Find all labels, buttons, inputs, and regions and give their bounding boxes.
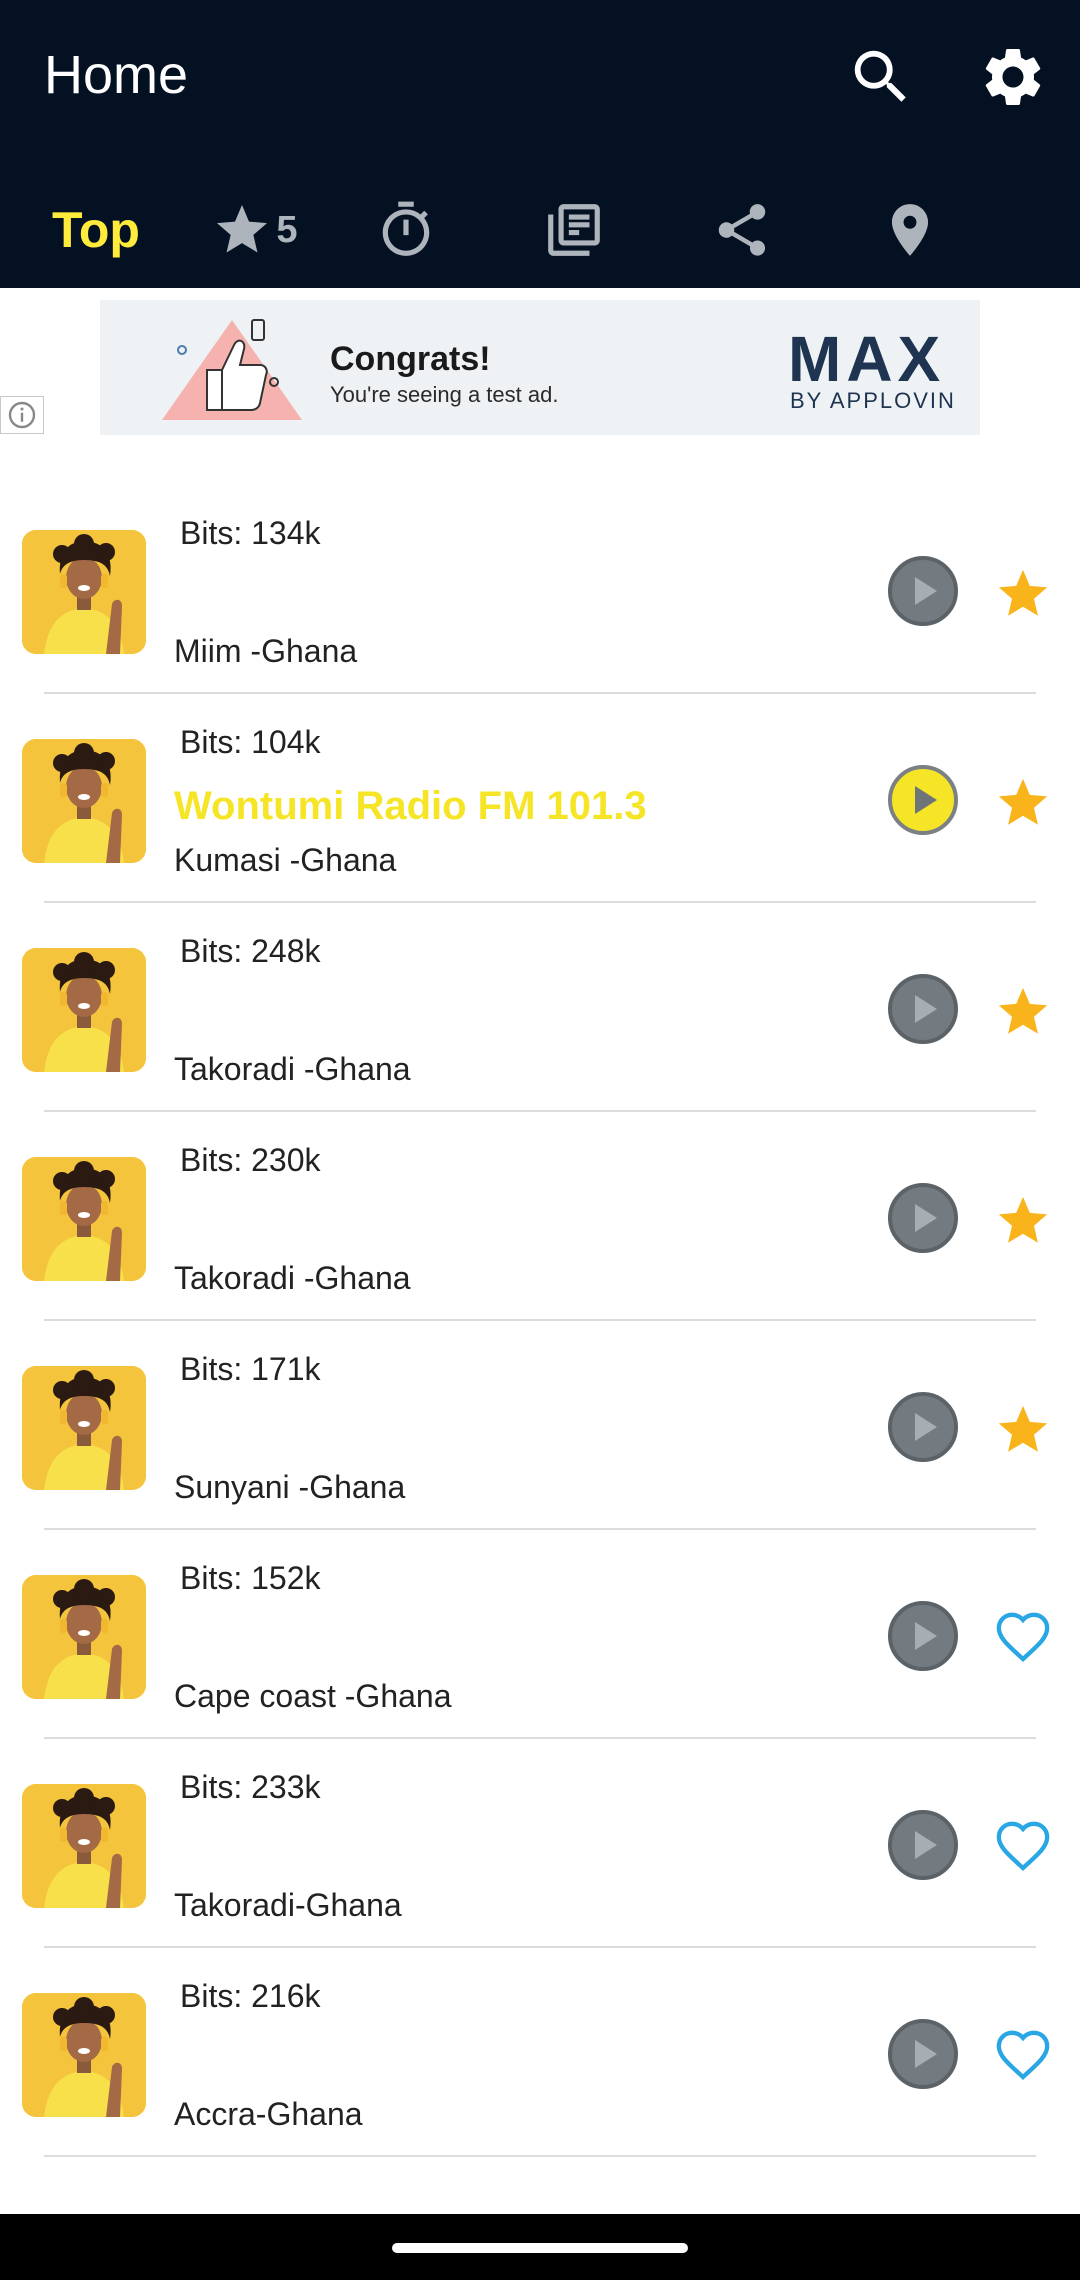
tab-sleep-timer[interactable]: [366, 175, 446, 285]
app-bar: Home Top 5: [0, 0, 1080, 288]
play-button[interactable]: [888, 974, 958, 1044]
settings-gear-icon[interactable]: [978, 42, 1048, 112]
station-row[interactable]: Bits: 230k Takoradi -Ghana: [0, 1112, 1080, 1321]
star-filled-icon: [998, 1405, 1048, 1452]
station-location: Takoradi -Ghana: [174, 1260, 411, 1296]
tab-top[interactable]: Top: [36, 175, 156, 285]
station-bitrate: Bits: 233k: [180, 1769, 321, 1805]
play-button[interactable]: [888, 1392, 958, 1462]
play-button[interactable]: [888, 2019, 958, 2089]
play-button[interactable]: [888, 556, 958, 626]
station-name: Wontumi Radio FM 101.3: [174, 784, 647, 828]
play-icon: [915, 1622, 937, 1650]
play-icon: [915, 786, 937, 814]
location-pin-icon: [891, 204, 929, 256]
favorite-button[interactable]: [992, 1192, 1056, 1252]
play-icon: [915, 577, 937, 605]
heart-outline-icon: [996, 1612, 1050, 1663]
page-title: Home: [44, 45, 189, 105]
station-location: Cape coast -Ghana: [174, 1678, 452, 1714]
heart-outline-icon: [996, 2030, 1050, 2081]
ad-brand: MAX: [788, 323, 946, 395]
favorite-button[interactable]: [992, 774, 1056, 834]
share-icon: [718, 204, 766, 256]
play-button[interactable]: [888, 1601, 958, 1671]
play-icon: [915, 1831, 937, 1859]
favorite-button[interactable]: [992, 565, 1056, 625]
station-row[interactable]: Bits: 248k Takoradi -Ghana: [0, 903, 1080, 1112]
favorites-count: 5: [276, 208, 298, 251]
favorite-button[interactable]: [992, 1610, 1056, 1670]
tab-favorites[interactable]: 5: [200, 175, 310, 285]
heart-outline-icon: [996, 1821, 1050, 1872]
station-thumbnail: [22, 530, 146, 654]
play-button[interactable]: [888, 1810, 958, 1880]
station-thumbnail: [22, 1575, 146, 1699]
star-filled-icon: [998, 1196, 1048, 1243]
favorite-button[interactable]: [992, 983, 1056, 1043]
star-filled-icon: [998, 778, 1048, 825]
favorite-button[interactable]: [992, 2028, 1056, 2088]
timer-icon: [382, 201, 430, 256]
star-filled-icon: [998, 987, 1048, 1034]
favorite-button[interactable]: [992, 1819, 1056, 1879]
ad-subtext: You're seeing a test ad.: [330, 382, 559, 407]
ad-headline: Congrats!: [330, 340, 491, 378]
station-row[interactable]: Bits: 233k Takoradi-Ghana: [0, 1739, 1080, 1948]
tab-library[interactable]: [534, 175, 614, 285]
station-location: Miim -Ghana: [174, 633, 358, 669]
station-bitrate: Bits: 152k: [180, 1560, 321, 1596]
station-row[interactable]: Bits: 104k Wontumi Radio FM 101.3 Kumasi…: [0, 694, 1080, 903]
station-row[interactable]: Bits: 134k Miim -Ghana: [0, 485, 1080, 694]
search-icon[interactable]: [846, 42, 916, 112]
station-thumbnail: [22, 1784, 146, 1908]
library-icon: [548, 204, 600, 256]
system-nav-bar: [0, 2214, 1080, 2280]
thumbs-up-illustration-icon: [162, 319, 302, 420]
station-bitrate: Bits: 248k: [180, 933, 321, 969]
favorite-button[interactable]: [992, 1401, 1056, 1461]
station-row[interactable]: Bits: 216k Accra-Ghana: [0, 1948, 1080, 2157]
station-bitrate: Bits: 171k: [180, 1351, 321, 1387]
station-row[interactable]: Bits: 171k Sunyani -Ghana: [0, 1321, 1080, 1530]
play-button[interactable]: [888, 1183, 958, 1253]
station-row[interactable]: Bits: 152k Cape coast -Ghana: [0, 1530, 1080, 1739]
station-thumbnail: [22, 948, 146, 1072]
station-bitrate: Bits: 230k: [180, 1142, 321, 1178]
station-thumbnail: [22, 739, 146, 863]
star-filled-icon: [998, 569, 1048, 616]
ad-brand-sub: BY APPLOVIN: [790, 388, 956, 413]
play-button[interactable]: [888, 765, 958, 835]
home-gesture-handle[interactable]: [392, 2243, 688, 2253]
station-bitrate: Bits: 104k: [180, 724, 321, 760]
tab-share[interactable]: [702, 175, 782, 285]
station-thumbnail: [22, 1993, 146, 2117]
station-bitrate: Bits: 134k: [180, 515, 321, 551]
station-location: Accra-Ghana: [174, 2096, 363, 2132]
station-bitrate: Bits: 216k: [180, 1978, 321, 2014]
row-divider: [44, 2155, 1036, 2157]
play-icon: [915, 1413, 937, 1441]
ad-banner[interactable]: Congrats! You're seeing a test ad. MAX B…: [100, 300, 980, 435]
ad-info-icon[interactable]: [0, 396, 44, 434]
play-icon: [915, 995, 937, 1023]
star-icon: [217, 205, 268, 253]
station-thumbnail: [22, 1157, 146, 1281]
play-icon: [915, 2040, 937, 2068]
station-location: Kumasi -Ghana: [174, 842, 397, 878]
station-thumbnail: [22, 1366, 146, 1490]
station-location: Sunyani -Ghana: [174, 1469, 406, 1505]
station-location: Takoradi-Ghana: [174, 1887, 402, 1923]
play-icon: [915, 1204, 937, 1232]
station-location: Takoradi -Ghana: [174, 1051, 411, 1087]
tab-bar: Top 5: [0, 175, 1080, 285]
tab-location[interactable]: [870, 175, 950, 285]
station-list: Bits: 134k Miim -Ghana Bits: 104k Wontum…: [0, 485, 1080, 2157]
